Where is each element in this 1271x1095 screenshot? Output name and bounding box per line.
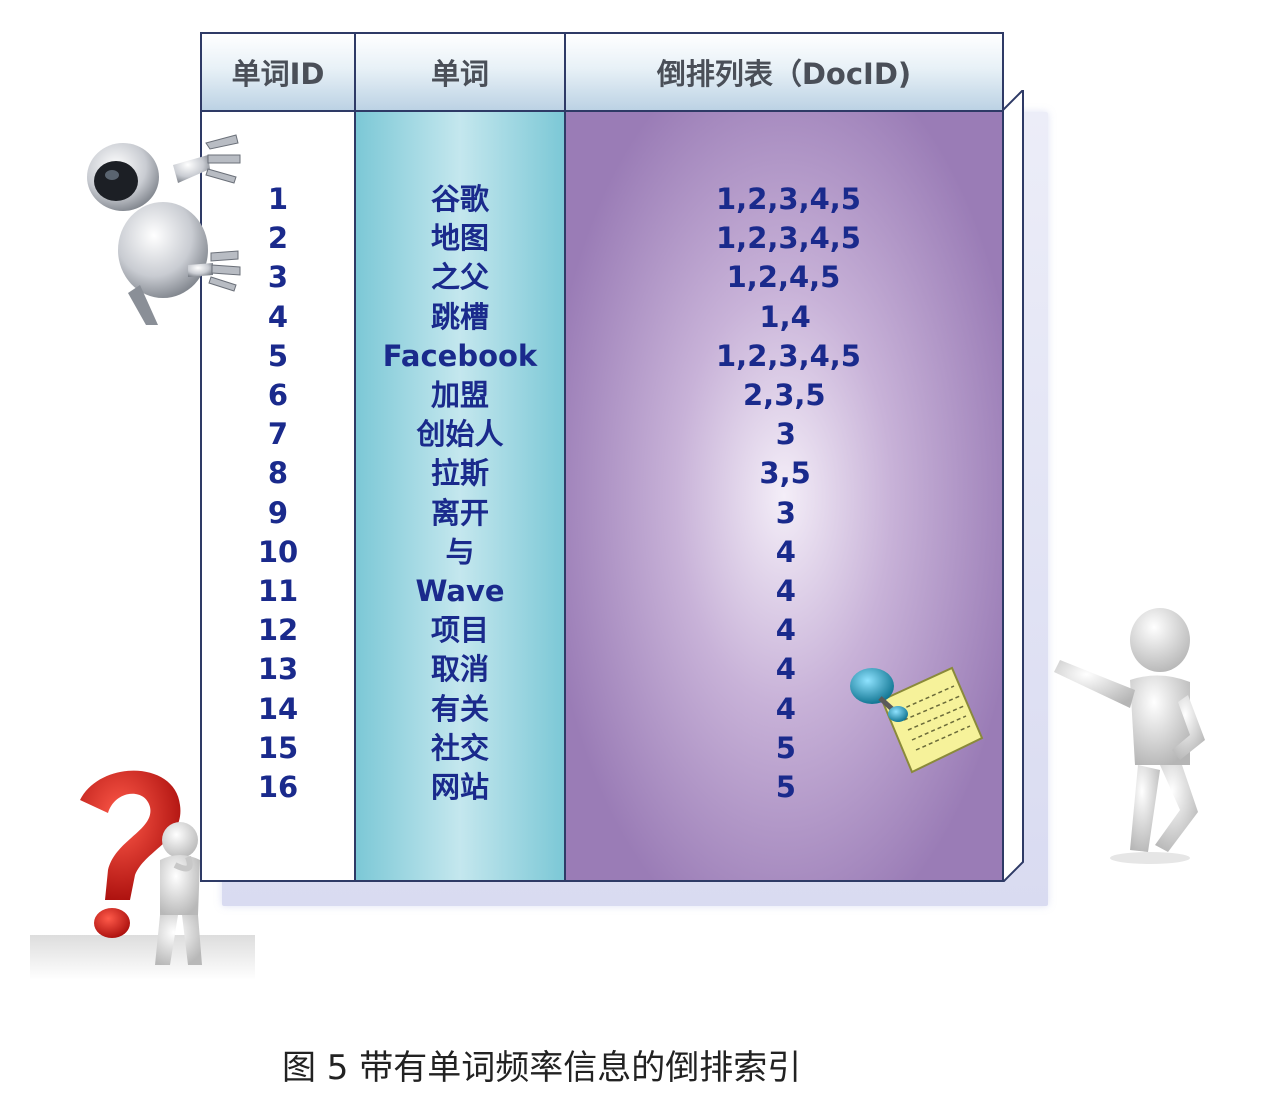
word-id-cell: 12	[257, 613, 299, 648]
posting-list-cell: 2,3,5	[743, 378, 826, 412]
word-cell: 项目	[430, 613, 489, 648]
word-cell: 创始人	[416, 417, 504, 452]
posting-list-cell: 1,2,4,5	[726, 260, 841, 295]
word-id-cell: 13	[257, 652, 299, 687]
robot-figure	[87, 134, 241, 325]
word-id-cell: 14	[257, 691, 299, 726]
pushpin-note-icon	[850, 666, 984, 774]
word-cell: 加盟	[430, 378, 489, 412]
word-id-cell: 15	[257, 730, 299, 765]
posting-list-cell: 1,2,3,4,5	[716, 338, 861, 373]
table-header: 单词ID 单词 倒排列表（DocID)	[202, 34, 1002, 112]
posting-list-cell: 3	[775, 495, 796, 530]
word-cell: 跳槽	[430, 299, 489, 334]
word-cell: 有关	[430, 691, 489, 726]
header-word-id: 单词ID	[202, 34, 356, 110]
word-id-cell: 8	[267, 456, 289, 491]
posting-list-cell: 4	[775, 574, 796, 608]
posting-list-cell: 4	[775, 652, 796, 687]
word-id-cell: 6	[267, 378, 289, 412]
word-cell: 离开	[430, 495, 489, 530]
header-word: 单词	[356, 34, 566, 110]
figure-caption: 图 5 带有单词频率信息的倒排索引	[282, 1048, 802, 1088]
word-cell: 网站	[430, 770, 489, 804]
word-cell: 谷歌	[430, 182, 489, 216]
posting-list-cell: 1,2,3,4,5	[716, 221, 861, 256]
question-mark-figure	[30, 770, 255, 980]
word-column: 谷歌地图之父跳槽 Facebook 加盟创始人拉斯离开与 Wave 项目取消有关社交网站	[356, 112, 566, 880]
word-cell: 社交	[430, 730, 489, 765]
leaning-figure	[1054, 608, 1205, 864]
posting-list-cell: 3,5	[759, 456, 811, 491]
posting-list-cell: 1,4	[759, 299, 811, 334]
header-posting-list: 倒排列表（DocID)	[656, 57, 912, 91]
posting-list-cell: 4	[775, 691, 796, 726]
word-cell: Facebook	[382, 338, 538, 373]
word-id-cell: 7	[267, 417, 289, 452]
posting-list-cell: 3	[775, 417, 796, 452]
posting-list-cell: 5	[775, 770, 796, 804]
posting-list-cell: 1,2,3,4,5	[716, 182, 861, 216]
word-id-cell: 11	[257, 574, 299, 608]
word-id-cell: 10	[257, 534, 299, 569]
word-cell: 之父	[430, 260, 489, 295]
word-cell: 拉斯	[430, 456, 489, 491]
board-side-face	[1003, 90, 1024, 882]
word-cell: 取消	[430, 652, 489, 687]
word-id-cell: 9	[267, 495, 289, 530]
word-id-cell: 5	[267, 338, 289, 373]
posting-list-cell: 5	[775, 730, 796, 765]
posting-list-cell: 4	[775, 613, 796, 648]
word-cell: Wave	[415, 574, 505, 608]
posting-list-cell: 4	[775, 534, 796, 569]
word-cell: 与	[445, 534, 475, 569]
word-cell: 地图	[430, 221, 489, 256]
